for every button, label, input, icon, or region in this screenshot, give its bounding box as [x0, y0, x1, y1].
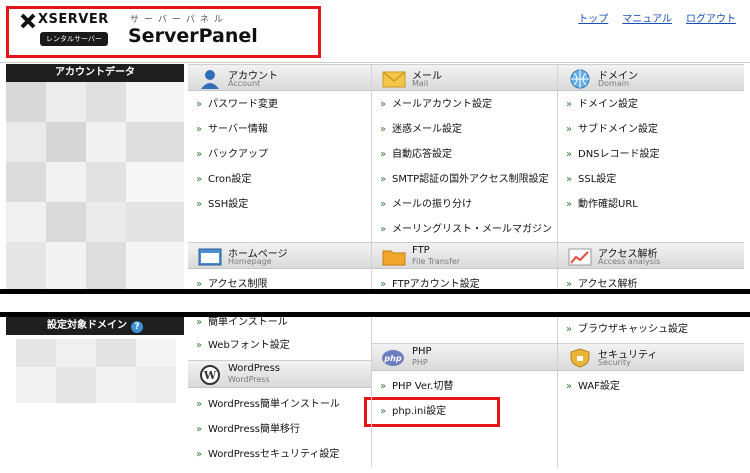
target-domain-heading: 設定対象ドメイン?: [6, 317, 184, 335]
category-php-name: PHP: [412, 346, 432, 357]
menu-mail-filter[interactable]: メールの振り分け: [372, 192, 472, 217]
logo-badge: レンタルサーバー: [40, 32, 108, 46]
analytics-icon: [568, 248, 592, 266]
menu-wp-install[interactable]: WordPress簡単インストール: [188, 392, 340, 417]
menu-spam-mail[interactable]: 迷惑メール設定: [372, 117, 462, 142]
category-account-sub: Account: [228, 79, 261, 88]
globe-icon: [570, 69, 590, 89]
column-divider: [557, 64, 558, 289]
menu-test-url[interactable]: 動作確認URL: [558, 192, 638, 217]
category-security: セキュリティ Security: [558, 343, 744, 371]
menu-ssl[interactable]: SSL設定: [558, 167, 616, 192]
category-wordpress-name: WordPress: [228, 363, 281, 374]
menu-ssh[interactable]: SSH設定: [188, 192, 248, 217]
category-security-sub: Security: [598, 358, 631, 367]
xserver-logo-icon: [20, 13, 36, 29]
manual-link[interactable]: マニュアル: [622, 10, 672, 25]
menu-waf[interactable]: WAF設定: [558, 374, 620, 399]
logo-brand: XSERVER: [38, 12, 109, 27]
category-ftp-sub: File Transfer: [412, 257, 461, 266]
homepage-icon: [198, 248, 222, 266]
category-php-sub: PHP: [412, 358, 428, 367]
menu-php-version[interactable]: PHP Ver.切替: [372, 374, 453, 399]
category-ftp-name: FTP: [412, 245, 430, 256]
target-domain-label: 設定対象ドメイン: [47, 320, 127, 331]
account-data-blurred: [6, 82, 184, 291]
top-links: トップ マニュアル ログアウト: [578, 10, 736, 25]
menu-dns-record[interactable]: DNSレコード設定: [558, 142, 660, 167]
menu-php-ini[interactable]: php.ini設定: [372, 399, 446, 424]
logout-link[interactable]: ログアウト: [686, 10, 736, 25]
menu-cron[interactable]: Cron設定: [188, 167, 251, 192]
menu-easy-install[interactable]: 簡単インストール: [188, 314, 288, 331]
category-php: php PHP PHP: [372, 343, 557, 371]
category-homepage: ホームページ Homepage: [188, 242, 371, 269]
menu-auto-reply[interactable]: 自動応答設定: [372, 142, 452, 167]
menu-server-info[interactable]: サーバー情報: [188, 117, 268, 142]
category-access-analysis: アクセス解析 Access analysis: [558, 242, 744, 269]
menu-backup[interactable]: バックアップ: [188, 142, 268, 167]
wordpress-icon: W: [200, 365, 220, 385]
target-domain-blurred: [6, 335, 184, 467]
header-divider: [0, 62, 750, 63]
menu-mail-account[interactable]: メールアカウント設定: [372, 92, 492, 117]
category-domain-sub: Domain: [598, 79, 630, 88]
menu-smtp-restriction[interactable]: SMTP認証の国外アクセス制限設定: [372, 167, 549, 192]
category-access-sub: Access analysis: [598, 257, 661, 266]
menu-web-font[interactable]: Webフォント設定: [188, 333, 290, 358]
menu-wp-security[interactable]: WordPressセキュリティ設定: [188, 442, 339, 467]
folder-icon: [382, 250, 406, 266]
category-ftp: FTP File Transfer: [372, 242, 557, 269]
menu-domain-settings[interactable]: ドメイン設定: [558, 92, 638, 117]
logo-kana: サーバーパネル: [130, 15, 228, 25]
account-icon: [201, 70, 219, 89]
category-homepage-sub: Homepage: [228, 257, 272, 266]
header: XSERVER レンタルサーバー サーバーパネル ServerPanel トップ…: [0, 0, 750, 62]
category-mail: メール Mail: [372, 64, 557, 91]
php-icon: php: [382, 350, 404, 366]
menu-password-change[interactable]: パスワード変更: [188, 92, 278, 117]
category-wordpress-sub: WordPress: [228, 375, 270, 384]
svg-text:php: php: [383, 354, 401, 363]
help-icon[interactable]: ?: [131, 321, 143, 333]
column-divider: [557, 317, 558, 467]
menu-subdomain[interactable]: サブドメイン設定: [558, 117, 658, 142]
shield-icon: [570, 348, 590, 368]
menu-wp-migrate[interactable]: WordPress簡単移行: [188, 417, 300, 442]
svg-text:W: W: [203, 369, 217, 382]
mail-icon: [382, 71, 406, 88]
category-domain: ドメイン Domain: [558, 64, 744, 91]
column-divider: [371, 64, 372, 289]
category-wordpress: W WordPress WordPress: [188, 360, 371, 388]
menu-mailing-list[interactable]: メーリングリスト・メールマガジン: [372, 217, 552, 242]
logo-title[interactable]: ServerPanel: [128, 25, 258, 47]
menu-browser-cache[interactable]: ブラウザキャッシュ設定: [558, 317, 688, 342]
top-link[interactable]: トップ: [578, 10, 608, 25]
column-divider: [371, 317, 372, 467]
category-account: アカウント Account: [188, 64, 371, 91]
category-mail-sub: Mail: [412, 79, 429, 88]
account-data-heading: アカウントデータ: [6, 64, 184, 82]
tear-line-top: [0, 289, 750, 294]
